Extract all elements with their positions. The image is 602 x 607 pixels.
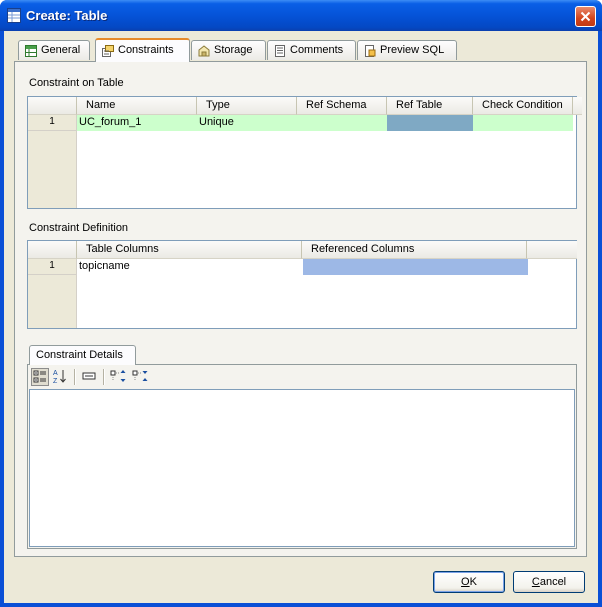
table-window-icon bbox=[7, 8, 21, 23]
tab-general[interactable]: General bbox=[18, 40, 90, 60]
ok-label-post: K bbox=[469, 576, 477, 588]
create-table-dialog: Create: Table General Constraints Storag… bbox=[0, 0, 602, 607]
column-header-check-condition[interactable]: Check Condition bbox=[473, 97, 573, 115]
svg-text:A: A bbox=[53, 370, 58, 377]
column-header-referenced-columns[interactable]: Referenced Columns bbox=[302, 241, 527, 259]
collapse-all-icon bbox=[132, 370, 148, 381]
corner-header bbox=[28, 97, 77, 115]
title-bar[interactable]: Create: Table bbox=[0, 0, 602, 31]
tab-constraints[interactable]: Constraints bbox=[95, 38, 190, 62]
sort-alphabetical-button[interactable]: A Z bbox=[52, 368, 70, 386]
tab-preview-sql[interactable]: Preview SQL bbox=[357, 40, 457, 60]
column-header-ref-schema[interactable]: Ref Schema bbox=[297, 97, 387, 115]
constraint-icon bbox=[102, 45, 114, 57]
toolbar-separator bbox=[74, 369, 76, 385]
column-header-table-columns[interactable]: Table Columns bbox=[77, 241, 302, 259]
constraints-tab-panel: Constraint on Table Name Type Ref Schema… bbox=[14, 61, 587, 557]
description-icon bbox=[82, 372, 96, 380]
ok-button[interactable]: OK bbox=[433, 571, 505, 593]
svg-text:Z: Z bbox=[53, 378, 58, 384]
check-condition-cell[interactable] bbox=[473, 115, 573, 131]
ref-table-cell[interactable] bbox=[387, 115, 473, 131]
collapse-all-button[interactable] bbox=[132, 368, 150, 386]
close-button[interactable] bbox=[575, 6, 596, 27]
constraint-name-cell[interactable]: UC_forum_1 bbox=[77, 115, 197, 131]
expand-all-button[interactable] bbox=[110, 368, 128, 386]
cancel-label-post: ancel bbox=[539, 576, 567, 588]
tab-label: Preview SQL bbox=[380, 44, 445, 56]
cancel-button[interactable]: Cancel bbox=[513, 571, 585, 593]
constraint-type-cell[interactable]: Unique bbox=[197, 115, 297, 131]
constraint-details-property-area[interactable] bbox=[29, 389, 575, 547]
window-title: Create: Table bbox=[26, 8, 108, 23]
tab-label: Comments bbox=[290, 44, 344, 56]
column-header-type[interactable]: Type bbox=[197, 97, 297, 115]
toolbar-separator bbox=[103, 369, 105, 385]
dialog-client-area: General Constraints Storage Comments Pre… bbox=[4, 31, 598, 603]
header-filler bbox=[573, 97, 582, 115]
comments-icon bbox=[275, 45, 285, 57]
ok-mnemonic: O bbox=[461, 576, 470, 588]
constraints-table[interactable]: Name Type Ref Schema Ref Table Check Con… bbox=[27, 96, 582, 209]
tab-storage[interactable]: Storage bbox=[191, 40, 266, 60]
tab-label: Storage bbox=[214, 44, 253, 56]
referenced-column-cell[interactable] bbox=[303, 259, 528, 275]
corner-header bbox=[28, 241, 77, 259]
constraint-on-table-label: Constraint on Table bbox=[29, 77, 124, 89]
column-header-name[interactable]: Name bbox=[77, 97, 197, 115]
storage-icon bbox=[198, 45, 210, 57]
sort-alphabetical-icon: A Z bbox=[53, 370, 66, 385]
tab-constraint-details[interactable]: Constraint Details bbox=[29, 345, 136, 365]
constraint-definition-table[interactable]: Table Columns Referenced Columns 1 topic… bbox=[27, 240, 577, 329]
table-column-cell[interactable]: topicname bbox=[77, 259, 302, 275]
column-header-ref-table[interactable]: Ref Table bbox=[387, 97, 473, 115]
description-button[interactable] bbox=[81, 368, 99, 386]
tab-comments[interactable]: Comments bbox=[267, 40, 356, 60]
row-number: 1 bbox=[28, 115, 76, 131]
close-icon bbox=[580, 11, 591, 22]
header-filler bbox=[527, 241, 577, 259]
table-grid-icon bbox=[25, 45, 37, 57]
constraint-definition-label: Constraint Definition bbox=[29, 222, 129, 234]
tab-label: Constraints bbox=[118, 44, 174, 56]
sql-document-icon bbox=[365, 45, 376, 57]
categorized-view-icon bbox=[33, 370, 46, 383]
expand-all-icon bbox=[110, 370, 126, 382]
tab-label: General bbox=[41, 44, 81, 56]
categorized-view-button[interactable] bbox=[31, 368, 49, 386]
row-number: 1 bbox=[28, 259, 76, 275]
constraint-details-panel: A Z bbox=[27, 364, 577, 549]
cancel-mnemonic: C bbox=[531, 576, 540, 588]
ref-schema-cell[interactable] bbox=[297, 115, 387, 131]
